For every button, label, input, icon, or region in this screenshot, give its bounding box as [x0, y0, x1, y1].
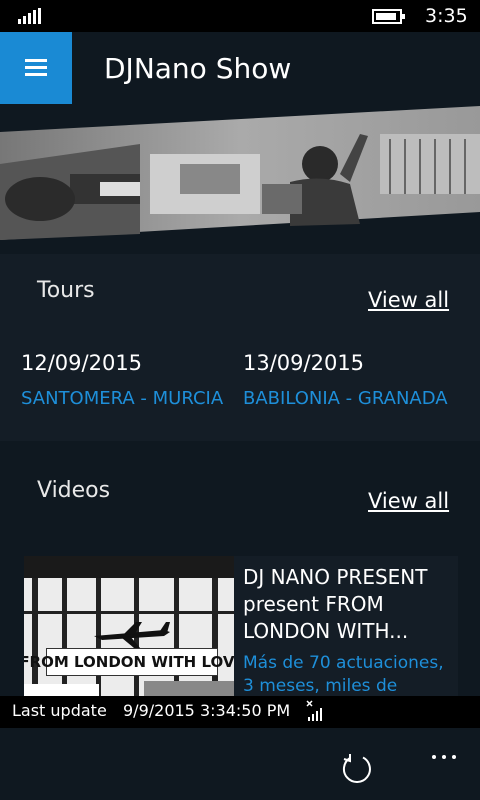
tours-heading: Tours	[37, 278, 95, 303]
video-item[interactable]: FROM LONDON WITH LOVE DJ NANO PRESENT pr…	[24, 556, 458, 696]
signal-icon	[18, 8, 42, 24]
tours-section: Tours View all 12/09/2015 SANTOMERA - MU…	[0, 254, 480, 441]
videos-section: Videos View all FROM LONDON WITH LOVE DJ…	[0, 441, 480, 696]
last-update-timestamp: 9/9/2015 3:34:50 PM	[123, 701, 291, 720]
tours-view-all-link[interactable]: View all	[368, 288, 449, 312]
tour-place: BABILONIA - GRANADA	[243, 388, 448, 409]
network-signal-icon	[306, 700, 322, 721]
last-update-bar: Last update 9/9/2015 3:34:50 PM	[0, 696, 480, 728]
tour-date: 13/09/2015	[243, 351, 365, 375]
thumbnail-caption: FROM LONDON WITH LOVE	[24, 648, 234, 676]
dj-crowd-image	[0, 106, 480, 240]
videos-view-all-link[interactable]: View all	[368, 489, 449, 513]
app-bar	[0, 728, 480, 800]
refresh-icon[interactable]	[341, 753, 373, 785]
video-title: DJ NANO PRESENT present FROM LONDON WITH…	[243, 565, 428, 643]
tour-place: SANTOMERA - MURCIA	[21, 388, 224, 409]
battery-icon	[372, 9, 405, 24]
hamburger-menu-icon	[25, 59, 47, 77]
hero-banner	[0, 104, 480, 254]
videos-heading: Videos	[37, 478, 111, 503]
status-bar: 3:35	[0, 0, 480, 32]
video-description: Más de 70 actuaciones, 3 meses, miles de	[243, 653, 444, 696]
last-update-label: Last update	[12, 701, 107, 720]
status-time: 3:35	[425, 5, 468, 27]
menu-button[interactable]	[0, 32, 72, 104]
tour-date: 12/09/2015	[21, 351, 143, 375]
video-thumbnail: FROM LONDON WITH LOVE	[24, 556, 234, 696]
more-icon[interactable]	[430, 748, 458, 762]
page-title: DJNano Show	[104, 52, 292, 85]
app-header: DJNano Show	[0, 32, 480, 104]
